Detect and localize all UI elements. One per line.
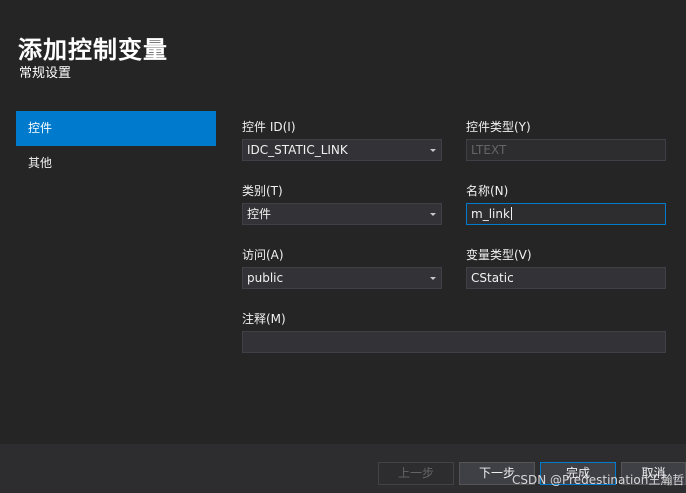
dropdown-arrow-icon (430, 277, 436, 280)
var-type-value: CStatic (471, 271, 514, 285)
access-value: public (247, 271, 284, 285)
dialog-title: 添加控制变量 (18, 36, 168, 64)
dialog-subtitle: 常规设置 (19, 66, 72, 81)
control-type-label: 控件类型(Y) (466, 120, 531, 134)
dropdown-arrow-icon (430, 149, 436, 152)
comment-label: 注释(M) (242, 312, 286, 326)
name-label: 名称(N) (466, 184, 509, 198)
control-type-value: LTEXT (471, 143, 507, 157)
category-label: 类别(T) (242, 184, 283, 198)
category-value: 控件 (247, 207, 272, 221)
var-type-label: 变量类型(V) (466, 248, 532, 262)
text-caret (510, 207, 512, 220)
control-type-field: LTEXT (466, 139, 666, 161)
sidebar-item-control[interactable]: 控件 (16, 111, 216, 146)
watermark: CSDN @Predestination王瀚哲 (512, 473, 685, 487)
control-id-label: 控件 ID(I) (242, 120, 296, 134)
comment-input[interactable] (242, 331, 666, 353)
sidebar-item-other[interactable]: 其他 (16, 146, 216, 181)
sidebar: 控件 其他 (16, 111, 216, 181)
name-value: m_link (471, 207, 510, 221)
category-dropdown[interactable]: 控件 (242, 203, 442, 225)
prev-button[interactable]: 上一步 (378, 462, 454, 485)
access-label: 访问(A) (242, 248, 284, 262)
name-input[interactable]: m_link (466, 203, 666, 225)
access-dropdown[interactable]: public (242, 267, 442, 289)
control-id-dropdown[interactable]: IDC_STATIC_LINK (242, 139, 442, 161)
control-id-value: IDC_STATIC_LINK (247, 143, 348, 157)
var-type-input[interactable]: CStatic (466, 267, 666, 289)
dropdown-arrow-icon (430, 213, 436, 216)
